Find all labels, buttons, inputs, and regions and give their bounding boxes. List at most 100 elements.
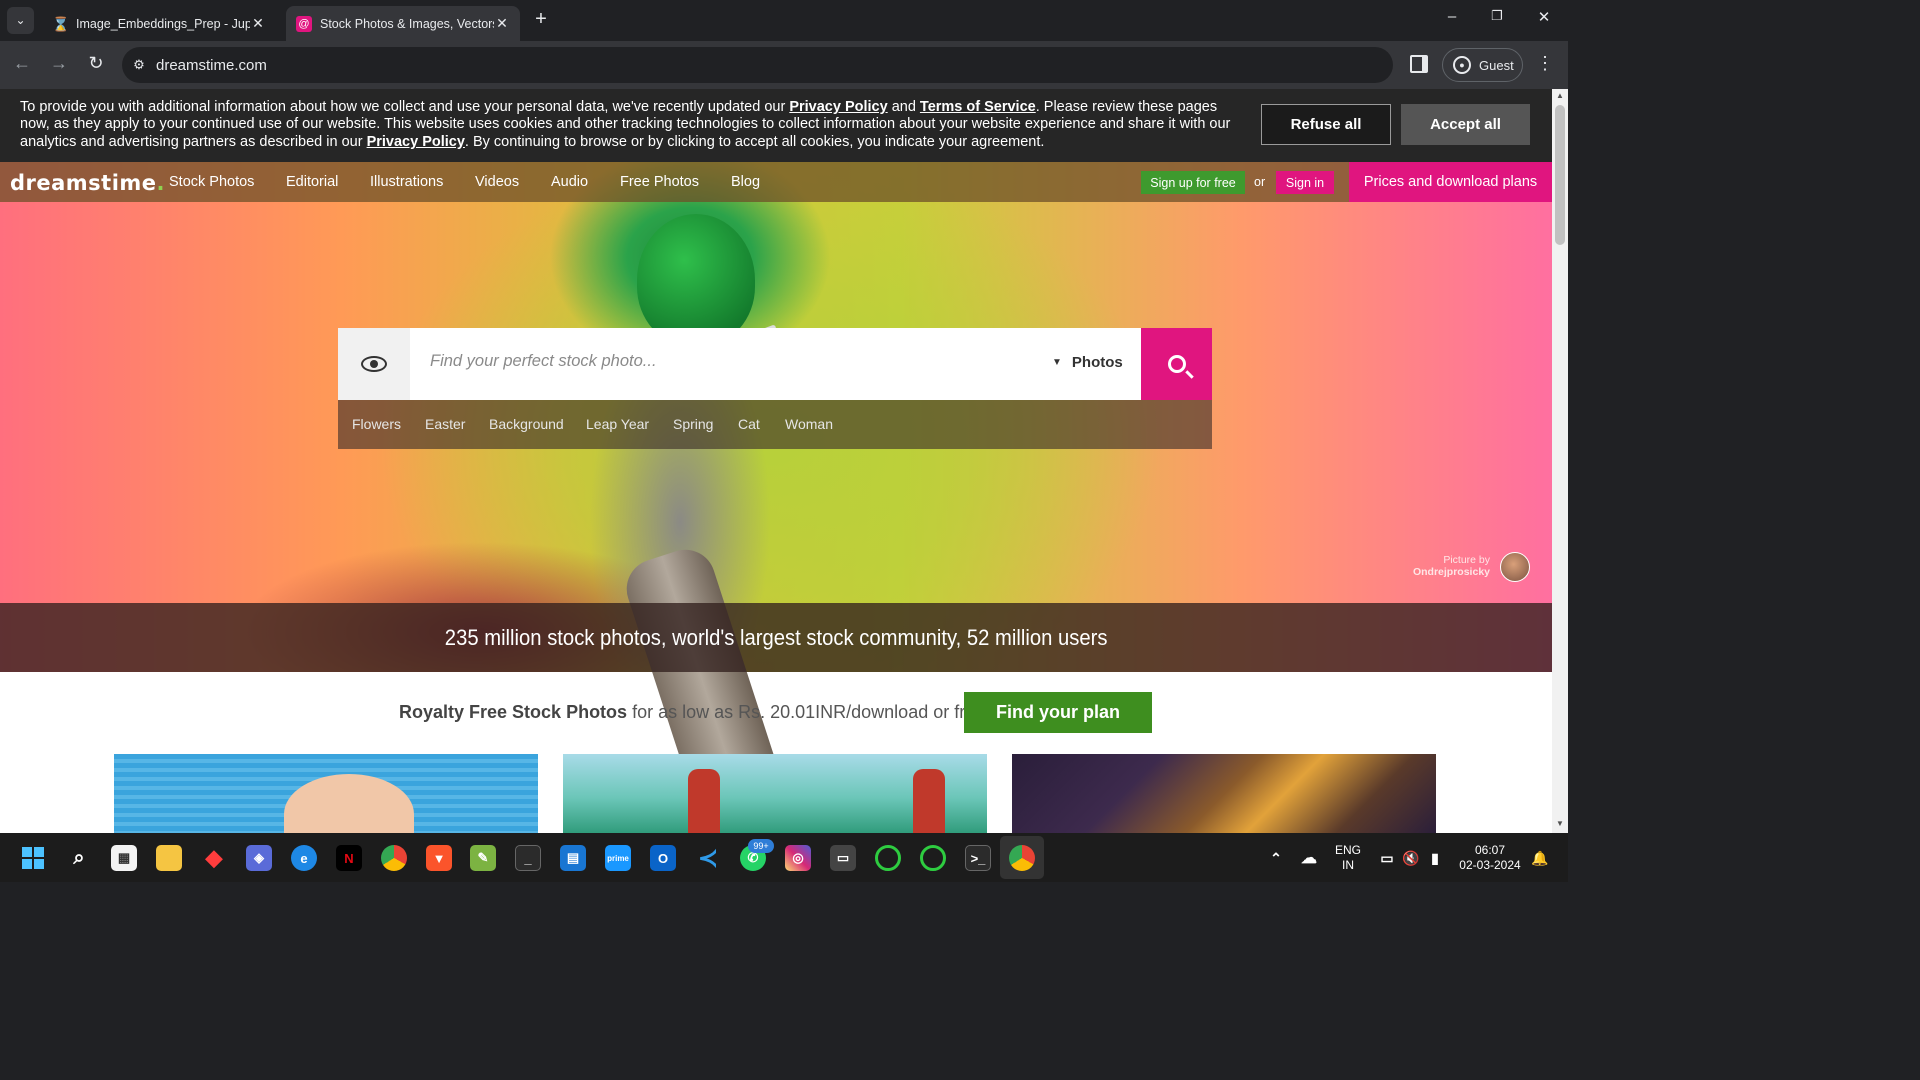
close-tab-icon[interactable]: ✕: [494, 15, 510, 32]
clock[interactable]: 06:07 02-03-2024: [1455, 843, 1525, 873]
search-input[interactable]: [430, 352, 1030, 371]
profile-button[interactable]: ● Guest: [1442, 48, 1523, 82]
privacy-policy-link[interactable]: Privacy Policy: [789, 99, 887, 115]
loading-app-icon-2[interactable]: [920, 845, 946, 871]
accept-all-button[interactable]: Accept all: [1401, 104, 1530, 145]
browser-tab-bar: ⌄ ⌛ Image_Embeddings_Prep - Jupy ✕ @ Sto…: [0, 0, 1568, 41]
lang-line2: IN: [1342, 858, 1354, 872]
vscode-icon[interactable]: ≺: [695, 845, 721, 872]
battery-icon[interactable]: ▮: [1422, 845, 1448, 871]
notification-bell-icon[interactable]: 🔔: [1527, 845, 1553, 871]
featured-image-2[interactable]: [563, 754, 987, 833]
scroll-up-icon[interactable]: ▲: [1552, 91, 1568, 100]
search-type-dropdown[interactable]: ▼ Photos: [1052, 354, 1123, 371]
tag-spring[interactable]: Spring: [673, 416, 713, 432]
tab-jupyter[interactable]: ⌛ Image_Embeddings_Prep - Jupy ✕: [42, 6, 276, 41]
tab-dreamstime[interactable]: @ Stock Photos & Images, Vectors ✕: [286, 6, 520, 41]
chrome-icon[interactable]: [381, 845, 407, 871]
promo-bold: Royalty Free Stock Photos: [399, 702, 628, 722]
page-scrollbar[interactable]: ▲ ▼: [1552, 89, 1568, 833]
restore-icon[interactable]: ❐: [1485, 8, 1509, 24]
app-window-icon[interactable]: ▭: [830, 845, 856, 871]
photo-credit[interactable]: Picture by Ondrejprosicky: [1380, 554, 1490, 578]
new-tab-button[interactable]: +: [530, 8, 552, 31]
eye-icon: [361, 356, 387, 372]
promo-rest: for as low as Rs. 20.01INR/download or f…: [627, 702, 986, 722]
close-window-icon[interactable]: ✕: [1532, 8, 1556, 26]
prime-video-icon[interactable]: prime: [605, 845, 631, 871]
tag-woman[interactable]: Woman: [785, 416, 833, 432]
credit-author: Ondrejprosicky: [1412, 566, 1490, 578]
featured-image-1[interactable]: [114, 754, 538, 833]
privacy-policy-link-2[interactable]: Privacy Policy: [367, 134, 465, 150]
outlook-icon[interactable]: O: [650, 845, 676, 871]
url-text[interactable]: dreamstime.com: [156, 57, 267, 74]
search-button[interactable]: [1141, 328, 1212, 400]
clock-time: 06:07: [1474, 843, 1506, 857]
tag-background[interactable]: Background: [489, 416, 564, 432]
minimize-icon[interactable]: –: [1440, 8, 1464, 25]
site-info-icon[interactable]: ⚙: [122, 57, 156, 73]
sign-in-button[interactable]: Sign in: [1276, 171, 1334, 194]
close-tab-icon[interactable]: ✕: [250, 15, 266, 32]
edge-icon[interactable]: e: [291, 845, 317, 871]
nav-blog[interactable]: Blog: [731, 174, 760, 190]
nav-illustrations[interactable]: Illustrations: [370, 174, 443, 190]
windows-taskbar: ⌕ ▦ ◆ ◈ e N ▼ ✎ _ ▤ prime O ≺ ✆ 99+ ◎ ▭ …: [0, 833, 1568, 882]
tag-flowers[interactable]: Flowers: [352, 416, 401, 432]
tag-leap-year[interactable]: Leap Year: [586, 416, 649, 432]
visual-search-button[interactable]: [338, 328, 410, 400]
tab-search-button[interactable]: ⌄: [7, 7, 34, 34]
netflix-icon[interactable]: N: [336, 845, 362, 871]
lang-line1: ENG: [1334, 843, 1361, 857]
scroll-down-icon[interactable]: ▼: [1552, 819, 1568, 828]
nav-editorial[interactable]: Editorial: [286, 174, 338, 190]
back-icon[interactable]: ←: [10, 53, 34, 74]
sign-up-button[interactable]: Sign up for free: [1141, 171, 1245, 194]
brave-icon[interactable]: ▼: [426, 845, 452, 871]
forward-icon[interactable]: →: [47, 53, 71, 74]
featured-image-3[interactable]: [1012, 754, 1436, 833]
app-red-diamond-icon[interactable]: ◆: [201, 845, 227, 871]
reload-icon[interactable]: ↻: [84, 53, 108, 74]
terminal-icon[interactable]: _: [515, 845, 541, 871]
nav-free-photos[interactable]: Free Photos: [620, 174, 699, 190]
tag-easter[interactable]: Easter: [425, 416, 465, 432]
dreamstime-icon: @: [296, 15, 312, 32]
find-your-plan-button[interactable]: Find your plan: [964, 692, 1152, 733]
windows-start-icon[interactable]: [20, 845, 46, 871]
nav-videos[interactable]: Videos: [475, 174, 519, 190]
terminal-icon-2[interactable]: >_: [965, 845, 991, 871]
volume-muted-icon[interactable]: 🔇: [1398, 845, 1424, 871]
search-icon[interactable]: ⌕: [66, 845, 92, 871]
dreamstime-logo[interactable]: dreamstime.: [10, 171, 165, 195]
network-icon[interactable]: ▭: [1374, 845, 1400, 871]
nav-stock-photos[interactable]: Stock Photos: [169, 174, 254, 190]
nav-audio[interactable]: Audio: [551, 174, 588, 190]
menu-icon[interactable]: ⋮: [1536, 53, 1554, 74]
refuse-all-button[interactable]: Refuse all: [1261, 104, 1391, 145]
onedrive-icon[interactable]: ☁: [1296, 845, 1322, 871]
clock-date: 02-03-2024: [1459, 858, 1521, 872]
search-type-label: Photos: [1071, 354, 1123, 371]
app-blue-icon[interactable]: ▤: [560, 845, 586, 871]
tag-cat[interactable]: Cat: [738, 416, 760, 432]
language-indicator[interactable]: ENG IN: [1332, 843, 1364, 873]
side-panel-icon[interactable]: [1410, 55, 1428, 73]
or-text: or: [1254, 175, 1266, 189]
scrollbar-thumb[interactable]: [1555, 105, 1565, 245]
notepad-icon[interactable]: ✎: [470, 845, 496, 871]
stats-banner: 235 million stock photos, world's larges…: [0, 603, 1552, 672]
address-bar[interactable]: ⚙ dreamstime.com: [122, 47, 1393, 83]
prices-button[interactable]: Prices and download plans: [1349, 162, 1552, 202]
chevron-up-icon[interactable]: ⌃: [1263, 845, 1289, 871]
store-icon[interactable]: ▦: [111, 845, 137, 871]
chrome-active-icon[interactable]: [1009, 845, 1035, 871]
file-explorer-icon[interactable]: [156, 845, 182, 871]
loading-app-icon[interactable]: [875, 845, 901, 871]
stats-text: 235 million stock photos, world's larges…: [444, 624, 1108, 650]
copilot-icon[interactable]: ◈: [246, 845, 272, 871]
instagram-icon[interactable]: ◎: [785, 845, 811, 871]
author-avatar[interactable]: [1500, 552, 1530, 582]
terms-of-service-link[interactable]: Terms of Service: [920, 99, 1036, 115]
